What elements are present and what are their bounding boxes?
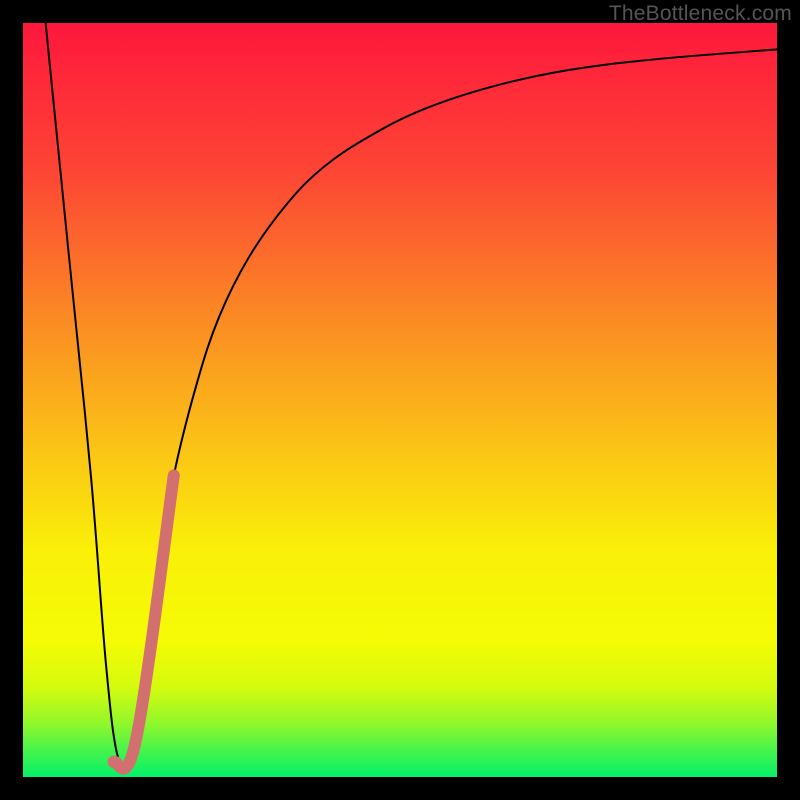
plot-area [23, 23, 777, 777]
watermark-text: TheBottleneck.com [609, 2, 792, 26]
curve-layer [23, 23, 777, 777]
highlight-segment [113, 475, 173, 768]
chart-frame: TheBottleneck.com [0, 0, 800, 800]
